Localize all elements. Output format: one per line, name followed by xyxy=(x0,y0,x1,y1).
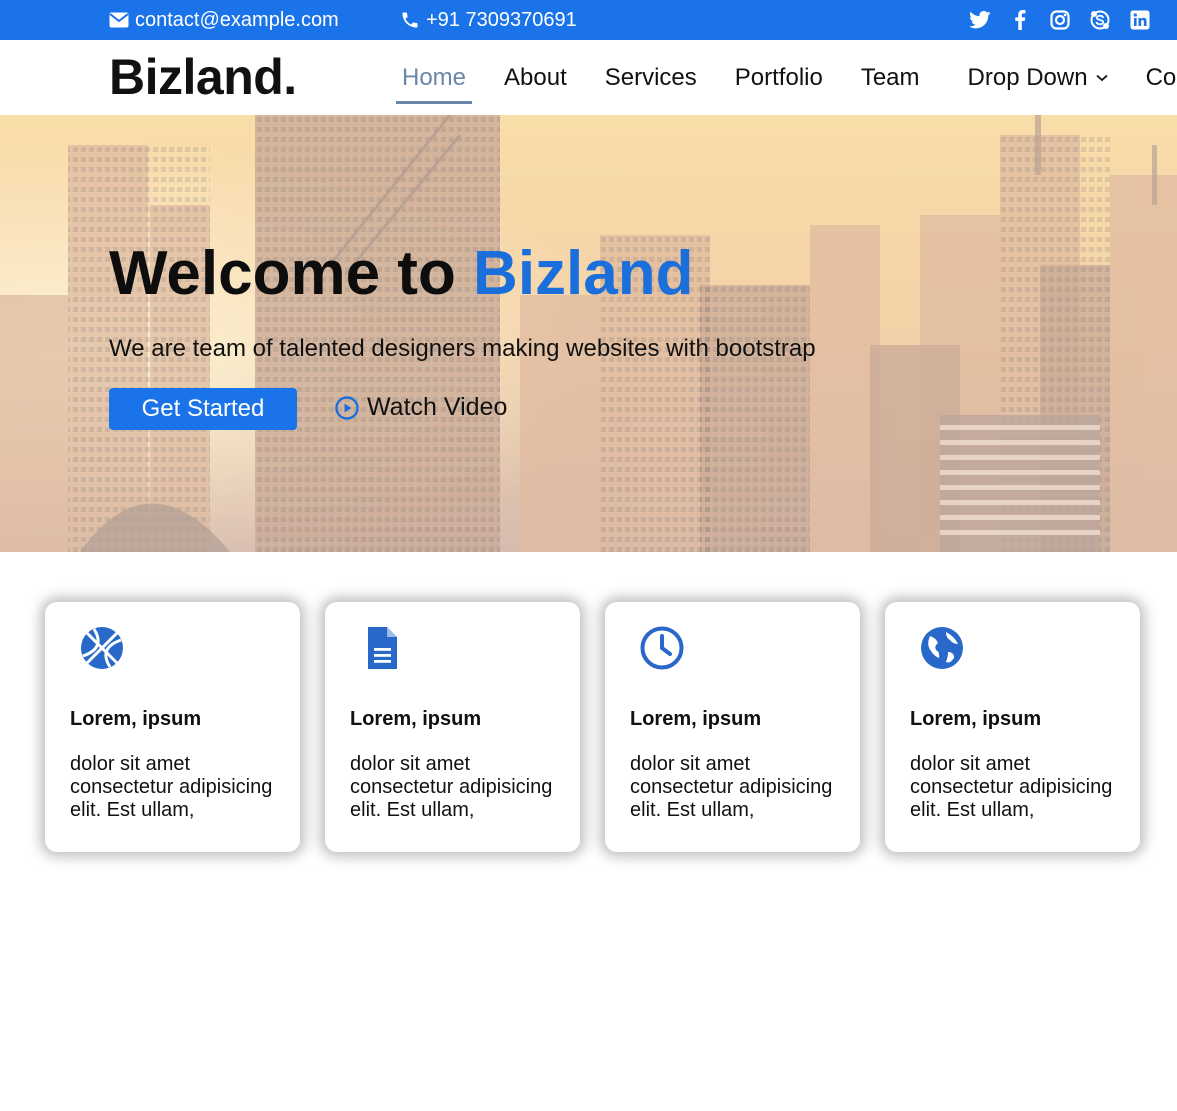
nav-item-portfolio[interactable]: Portfolio xyxy=(729,64,829,92)
skype-icon[interactable] xyxy=(1089,9,1111,31)
watch-video-label: Watch Video xyxy=(367,393,508,421)
nav-item-contact[interactable]: Contact xyxy=(1140,64,1177,92)
hero-overlay xyxy=(0,115,1177,552)
facebook-icon[interactable] xyxy=(1009,9,1031,31)
nav-item-about[interactable]: About xyxy=(498,64,573,92)
feature-card[interactable]: Lorem, ipsum dolor sit amet consectetur … xyxy=(885,602,1140,852)
site-logo[interactable]: Bizland. xyxy=(109,48,297,106)
envelope-icon xyxy=(109,12,129,28)
card-title: Lorem, ipsum xyxy=(350,708,482,730)
hero-section: Welcome to Bizland We are team of talent… xyxy=(0,115,1177,552)
hero-subtitle: We are team of talented designers making… xyxy=(109,335,816,362)
feature-card[interactable]: Lorem, ipsum dolor sit amet consectetur … xyxy=(45,602,300,852)
nav-item-dropdown[interactable]: Drop Down xyxy=(962,64,1114,92)
card-title: Lorem, ipsum xyxy=(630,708,762,730)
feature-cards: Lorem, ipsum dolor sit amet consectetur … xyxy=(45,602,1140,852)
hero-title-accent: Bizland xyxy=(473,239,694,308)
social-links xyxy=(969,0,1151,40)
top-bar: contact@example.com +91 7309370691 xyxy=(0,0,1177,40)
hero-title-prefix: Welcome to xyxy=(109,239,474,308)
globe-icon xyxy=(920,626,1115,672)
nav-item-home[interactable]: Home xyxy=(396,64,473,104)
card-text: dolor sit amet consectetur adipisicing e… xyxy=(910,753,1113,821)
document-icon xyxy=(360,626,555,672)
card-text: dolor sit amet consectetur adipisicing e… xyxy=(630,753,833,821)
instagram-icon[interactable] xyxy=(1049,9,1071,31)
card-title: Lorem, ipsum xyxy=(70,708,202,730)
card-text: dolor sit amet consectetur adipisicing e… xyxy=(350,753,553,821)
linkedin-icon[interactable] xyxy=(1129,9,1151,31)
get-started-button[interactable]: Get Started xyxy=(109,388,297,430)
phone-icon xyxy=(402,12,418,28)
feature-card[interactable]: Lorem, ipsum dolor sit amet consectetur … xyxy=(325,602,580,852)
phone-text: +91 7309370691 xyxy=(426,8,577,31)
feature-card[interactable]: Lorem, ipsum dolor sit amet consectetur … xyxy=(605,602,860,852)
watch-video-button[interactable]: Watch Video xyxy=(335,393,507,422)
email-contact[interactable]: contact@example.com xyxy=(109,0,339,40)
site-header: Bizland. Home About Services Portfolio T… xyxy=(0,40,1177,115)
nav-item-team[interactable]: Team xyxy=(855,64,926,92)
card-text: dolor sit amet consectetur adipisicing e… xyxy=(70,753,273,821)
phone-contact[interactable]: +91 7309370691 xyxy=(400,0,577,40)
play-circle-icon xyxy=(335,395,359,420)
chevron-down-icon xyxy=(1095,74,1108,81)
email-text: contact@example.com xyxy=(135,8,339,31)
main-nav: Home About Services Portfolio Team Drop … xyxy=(396,40,1177,115)
hero-title: Welcome to Bizland xyxy=(109,238,694,309)
twitter-icon[interactable] xyxy=(969,9,991,31)
card-title: Lorem, ipsum xyxy=(910,708,1042,730)
basketball-icon xyxy=(80,626,275,672)
nav-item-dropdown-label: Drop Down xyxy=(967,63,1088,91)
nav-item-services[interactable]: Services xyxy=(599,64,703,92)
clock-icon xyxy=(640,626,835,672)
